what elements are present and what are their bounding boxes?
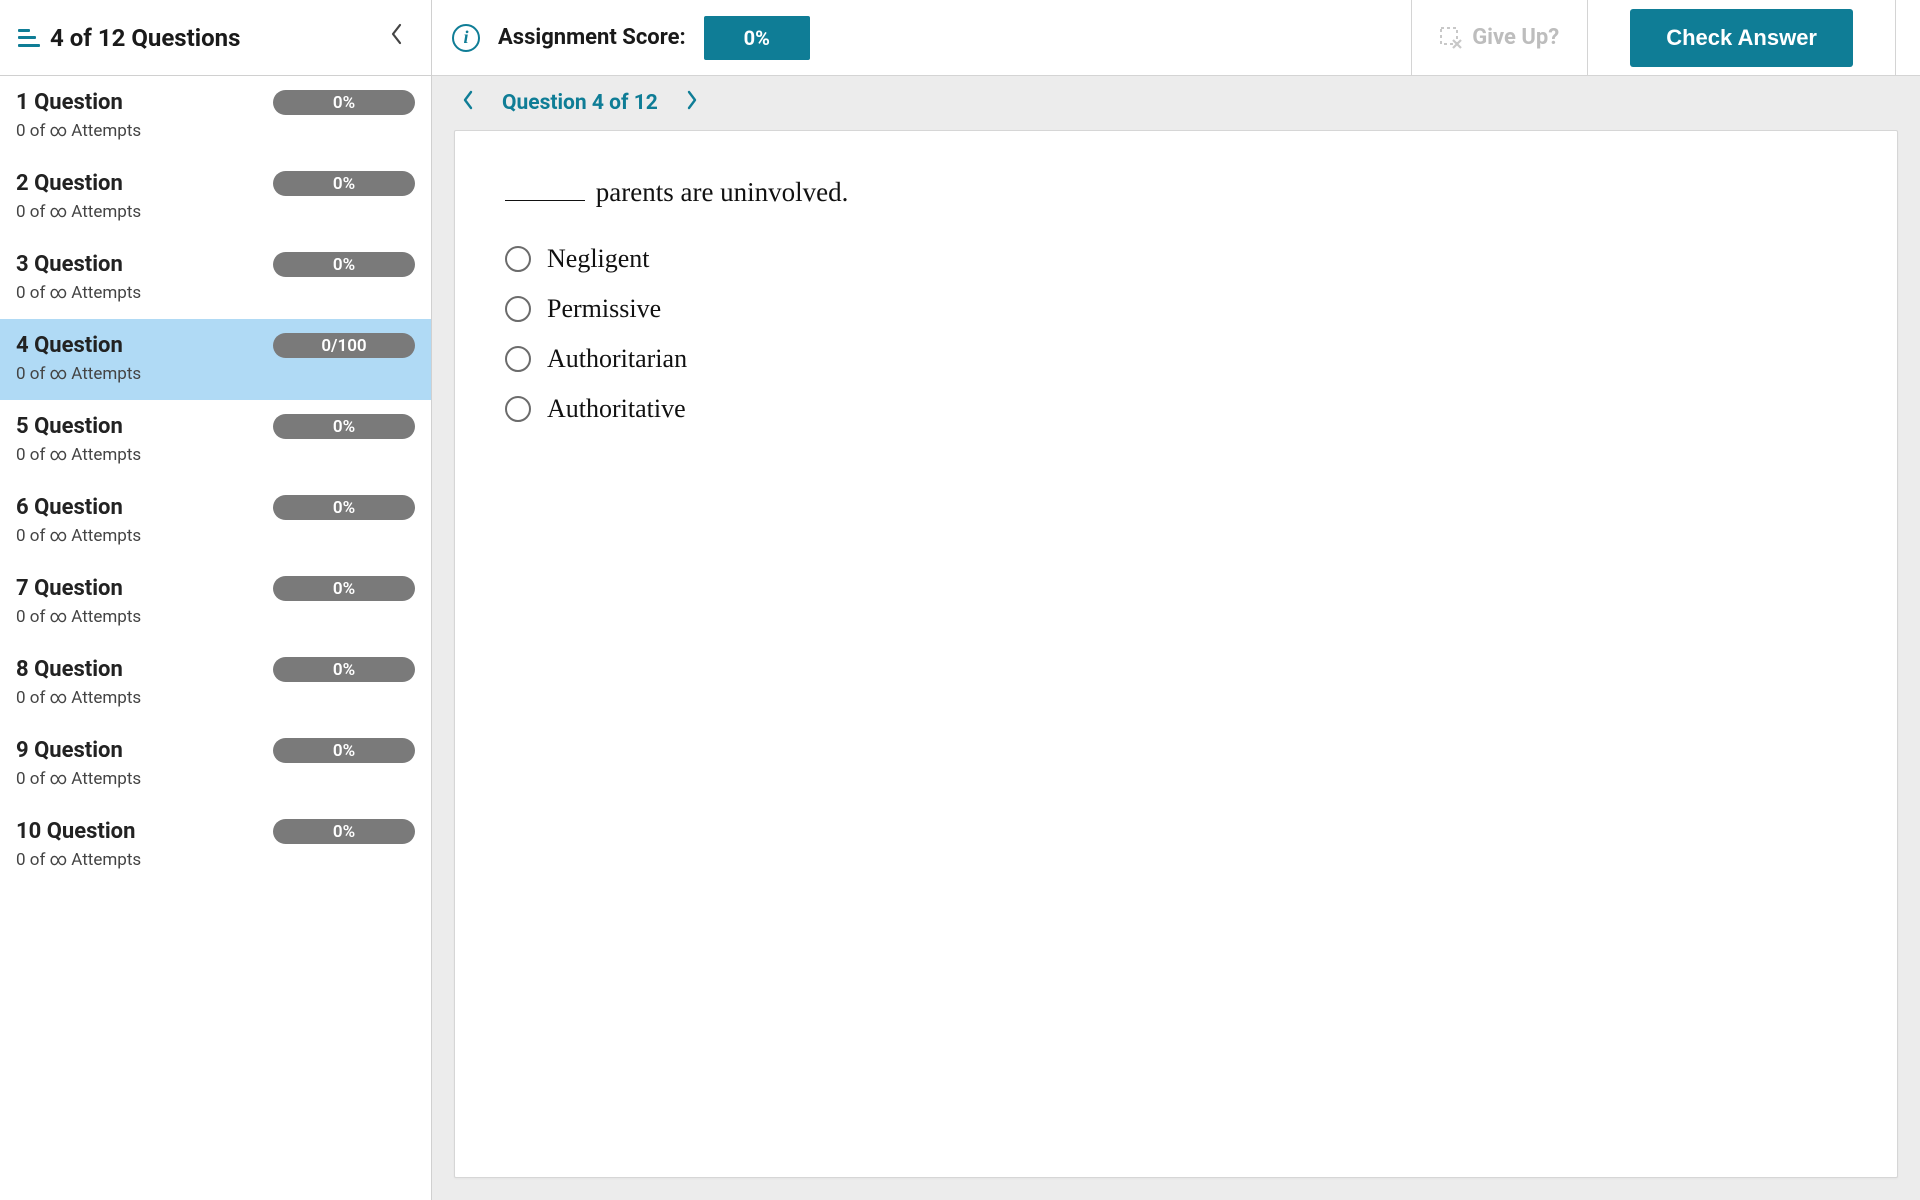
question-prompt: parents are uninvolved.	[505, 177, 1847, 208]
answer-option[interactable]: Permissive	[505, 294, 1847, 324]
sidebar-header: 4 of 12 Questions	[0, 0, 431, 76]
question-score-pill: 0%	[273, 738, 415, 763]
radio-icon[interactable]	[505, 346, 531, 372]
question-list-item[interactable]: 4 Question 0/100 0 of ∞ Attempts	[0, 319, 431, 400]
answer-option[interactable]: Authoritative	[505, 394, 1847, 424]
question-score-pill: 0%	[273, 252, 415, 277]
answer-option[interactable]: Negligent	[505, 244, 1847, 274]
question-item-title: 3 Question	[16, 252, 123, 277]
question-score-pill: 0%	[273, 819, 415, 844]
check-answer-button[interactable]: Check Answer	[1630, 9, 1853, 67]
question-attempts: 0 of ∞ Attempts	[16, 121, 415, 141]
question-item-title: 2 Question	[16, 171, 123, 196]
answer-options: Negligent Permissive Authoritarian Autho…	[505, 244, 1847, 424]
question-attempts: 0 of ∞ Attempts	[16, 850, 415, 870]
chevron-left-icon	[462, 90, 474, 110]
main-panel: i Assignment Score: 0% Give Up? Check An…	[432, 0, 1920, 1200]
question-item-title: 8 Question	[16, 657, 123, 682]
question-attempts: 0 of ∞ Attempts	[16, 202, 415, 222]
radio-icon[interactable]	[505, 296, 531, 322]
question-list-item[interactable]: 8 Question 0% 0 of ∞ Attempts	[0, 643, 431, 724]
question-list-item[interactable]: 5 Question 0% 0 of ∞ Attempts	[0, 400, 431, 481]
sidebar-header-left: 4 of 12 Questions	[18, 24, 240, 52]
question-attempts: 0 of ∞ Attempts	[16, 688, 415, 708]
divider	[1895, 0, 1896, 76]
question-score-pill: 0%	[273, 414, 415, 439]
question-item-title: 5 Question	[16, 414, 123, 439]
question-item-title: 10 Question	[16, 819, 135, 844]
option-label: Negligent	[547, 244, 650, 274]
next-question-button[interactable]	[678, 86, 706, 120]
question-list-item[interactable]: 1 Question 0% 0 of ∞ Attempts	[0, 76, 431, 157]
prompt-text: parents are uninvolved.	[589, 177, 848, 207]
question-item-top: 6 Question 0%	[16, 495, 415, 520]
breadcrumb: Question 4 of 12	[432, 76, 1920, 130]
question-list-item[interactable]: 2 Question 0% 0 of ∞ Attempts	[0, 157, 431, 238]
question-list-item[interactable]: 9 Question 0% 0 of ∞ Attempts	[0, 724, 431, 805]
give-up-button: Give Up?	[1411, 0, 1588, 76]
question-list-item[interactable]: 7 Question 0% 0 of ∞ Attempts	[0, 562, 431, 643]
question-score-pill: 0%	[273, 495, 415, 520]
give-up-icon	[1440, 27, 1462, 49]
question-item-top: 8 Question 0%	[16, 657, 415, 682]
question-card: parents are uninvolved. Negligent Permis…	[454, 130, 1898, 1178]
question-attempts: 0 of ∞ Attempts	[16, 769, 415, 789]
question-item-top: 2 Question 0%	[16, 171, 415, 196]
info-icon[interactable]: i	[452, 24, 480, 52]
radio-icon[interactable]	[505, 396, 531, 422]
question-item-top: 7 Question 0%	[16, 576, 415, 601]
question-item-top: 9 Question 0%	[16, 738, 415, 763]
question-score-pill: 0%	[273, 171, 415, 196]
collapse-sidebar-button[interactable]	[379, 18, 413, 57]
question-item-top: 4 Question 0/100	[16, 333, 415, 358]
option-label: Permissive	[547, 294, 661, 324]
radio-icon[interactable]	[505, 246, 531, 272]
question-item-title: 1 Question	[16, 90, 123, 115]
question-item-top: 1 Question 0%	[16, 90, 415, 115]
answer-option[interactable]: Authoritarian	[505, 344, 1847, 374]
question-list-item[interactable]: 10 Question 0% 0 of ∞ Attempts	[0, 805, 431, 886]
assignment-score-value: 0%	[704, 16, 810, 60]
topbar: i Assignment Score: 0% Give Up? Check An…	[432, 0, 1920, 76]
question-attempts: 0 of ∞ Attempts	[16, 364, 415, 384]
list-icon[interactable]	[18, 29, 40, 47]
question-item-top: 3 Question 0%	[16, 252, 415, 277]
sidebar-title: 4 of 12 Questions	[50, 24, 240, 52]
option-label: Authoritative	[547, 394, 686, 424]
chevron-left-icon	[389, 22, 403, 46]
prev-question-button[interactable]	[454, 86, 482, 120]
sidebar: 4 of 12 Questions 1 Question 0% 0 of ∞ A…	[0, 0, 432, 1200]
fill-in-blank	[505, 200, 585, 201]
question-item-title: 4 Question	[16, 333, 123, 358]
question-item-top: 10 Question 0%	[16, 819, 415, 844]
question-attempts: 0 of ∞ Attempts	[16, 283, 415, 303]
question-list[interactable]: 1 Question 0% 0 of ∞ Attempts 2 Question…	[0, 76, 431, 1200]
question-item-title: 9 Question	[16, 738, 123, 763]
question-score-pill: 0/100	[273, 333, 415, 358]
question-list-item[interactable]: 3 Question 0% 0 of ∞ Attempts	[0, 238, 431, 319]
question-item-title: 7 Question	[16, 576, 123, 601]
question-score-pill: 0%	[273, 657, 415, 682]
option-label: Authoritarian	[547, 344, 687, 374]
assignment-score-label: Assignment Score:	[498, 25, 686, 50]
question-attempts: 0 of ∞ Attempts	[16, 526, 415, 546]
question-item-top: 5 Question 0%	[16, 414, 415, 439]
question-attempts: 0 of ∞ Attempts	[16, 607, 415, 627]
question-score-pill: 0%	[273, 576, 415, 601]
question-list-item[interactable]: 6 Question 0% 0 of ∞ Attempts	[0, 481, 431, 562]
question-score-pill: 0%	[273, 90, 415, 115]
breadcrumb-text: Question 4 of 12	[502, 91, 658, 115]
question-item-title: 6 Question	[16, 495, 123, 520]
question-attempts: 0 of ∞ Attempts	[16, 445, 415, 465]
give-up-label: Give Up?	[1472, 25, 1559, 50]
chevron-right-icon	[686, 90, 698, 110]
